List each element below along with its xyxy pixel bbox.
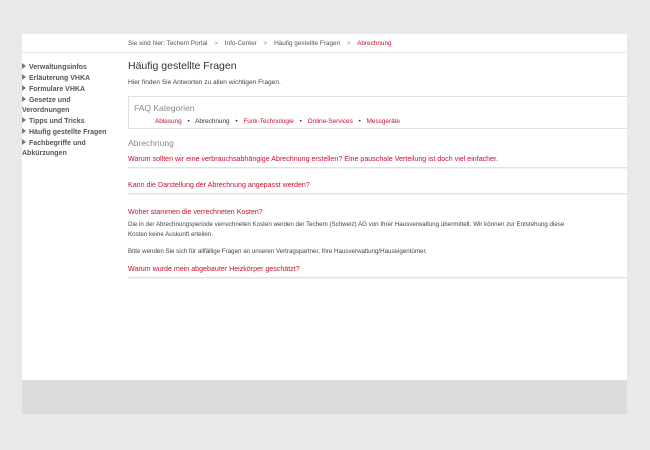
section-heading: Abrechnung — [128, 138, 174, 148]
sidebar-item-erlaeuterung-vhka[interactable]: Erläuterung VHKA — [22, 74, 114, 84]
faq-category-list: Ablesung • Abrechnung • Funk-Technologie… — [155, 118, 400, 125]
sidebar-item-label: Gesetze und Verordnungen — [22, 97, 71, 114]
triangle-right-icon — [22, 85, 26, 91]
breadcrumb-separator: > — [346, 40, 351, 47]
sidebar-item-label: Erläuterung VHKA — [29, 75, 91, 82]
breadcrumb-separator: > — [214, 40, 218, 47]
faq-categories-box: FAQ Kategorien Ablesung • Abrechnung • F… — [128, 96, 627, 129]
sidebar-item-faq[interactable]: Häufig gestellte Fragen — [22, 128, 114, 138]
triangle-right-icon — [22, 96, 26, 102]
main-content: Häufig gestellte Fragen Hier finden Sie … — [128, 60, 627, 278]
sidebar-item-label: Fachbegriffe und Abkürzungen — [22, 140, 86, 157]
sidebar-item-verwaltungsinfos[interactable]: Verwaltungsinfos — [22, 63, 114, 73]
sidebar-item-tipps[interactable]: Tipps und Tricks — [22, 117, 114, 127]
faq-question-3[interactable]: Woher stammen die verrechneten Kosten? — [128, 208, 627, 216]
page-title: Häufig gestellte Fragen — [128, 60, 237, 72]
triangle-right-icon — [22, 63, 26, 69]
breadcrumb: Sie sind hier: Techem Portal > Info-Cent… — [128, 40, 392, 47]
faq-question-1[interactable]: Warum sollten wir eine verbrauchsabhängi… — [128, 155, 627, 163]
faq-box-title: FAQ Kategorien — [134, 103, 195, 113]
triangle-right-icon — [22, 139, 26, 145]
breadcrumb-prefix: Sie sind hier: — [128, 40, 165, 47]
question-divider — [128, 193, 627, 194]
bullet-separator: • — [299, 118, 302, 125]
triangle-right-icon — [22, 128, 26, 134]
sidebar-item-label: Tipps und Tricks — [29, 118, 85, 125]
bullet-separator: • — [187, 118, 190, 125]
page-content: Sie sind hier: Techem Portal > Info-Cent… — [22, 34, 627, 380]
breadcrumb-item-portal[interactable]: Techem Portal — [167, 40, 208, 47]
breadcrumb-separator: > — [263, 40, 268, 47]
intro-text: Hier finden Sie Antworten zu allen wicht… — [128, 79, 281, 86]
faq-question-4[interactable]: Warum wurde mein abgebauter Heizkörper g… — [128, 265, 627, 273]
question-divider — [128, 167, 627, 168]
faq-category-messgeraete[interactable]: Messgeräte — [367, 118, 400, 125]
footer-strip — [22, 380, 627, 414]
faq-answer-3: Die in der Abrechnungsperiode verrechnet… — [128, 220, 627, 257]
sidebar-item-fachbegriffe[interactable]: Fachbegriffe und Abkürzungen — [22, 139, 114, 159]
answer-text-line: Bitte wenden Sie sich für allfällige Fra… — [128, 248, 427, 256]
bullet-separator: • — [358, 118, 361, 125]
sidebar-item-label: Verwaltungsinfos — [29, 64, 87, 71]
faq-question-2[interactable]: Kann die Darstellung der Abrechnung ange… — [128, 181, 627, 189]
sidebar-item-label: Häufig gestellte Fragen — [29, 129, 107, 136]
faq-category-abrechnung[interactable]: Abrechnung — [195, 118, 229, 125]
bullet-separator: • — [235, 118, 238, 125]
sidebar-item-formulare-vhka[interactable]: Formulare VHKA — [22, 85, 114, 95]
answer-text-line: Kosten keine Auskunft erteilen. — [128, 230, 213, 238]
triangle-right-icon — [22, 117, 26, 123]
breadcrumb-item-info-center[interactable]: Info-Center — [225, 40, 257, 47]
breadcrumb-item-faq[interactable]: Häufig gestellte Fragen — [274, 40, 340, 47]
faq-category-ablesung[interactable]: Ablesung — [155, 118, 182, 125]
breadcrumb-divider — [22, 52, 627, 53]
sidebar-nav: Verwaltungsinfos Erläuterung VHKA Formul… — [22, 63, 114, 160]
sidebar-item-label: Formulare VHKA — [29, 86, 86, 93]
question-divider — [128, 276, 627, 278]
triangle-right-icon — [22, 74, 26, 80]
answer-text-line: Die in der Abrechnungsperiode verrechnet… — [128, 221, 565, 228]
sidebar-item-gesetze[interactable]: Gesetze und Verordnungen — [22, 96, 114, 116]
breadcrumb-current: Abrechnung — [357, 40, 392, 47]
faq-category-online[interactable]: Online-Services — [308, 118, 353, 125]
faq-category-funk[interactable]: Funk-Technologie — [243, 118, 293, 125]
